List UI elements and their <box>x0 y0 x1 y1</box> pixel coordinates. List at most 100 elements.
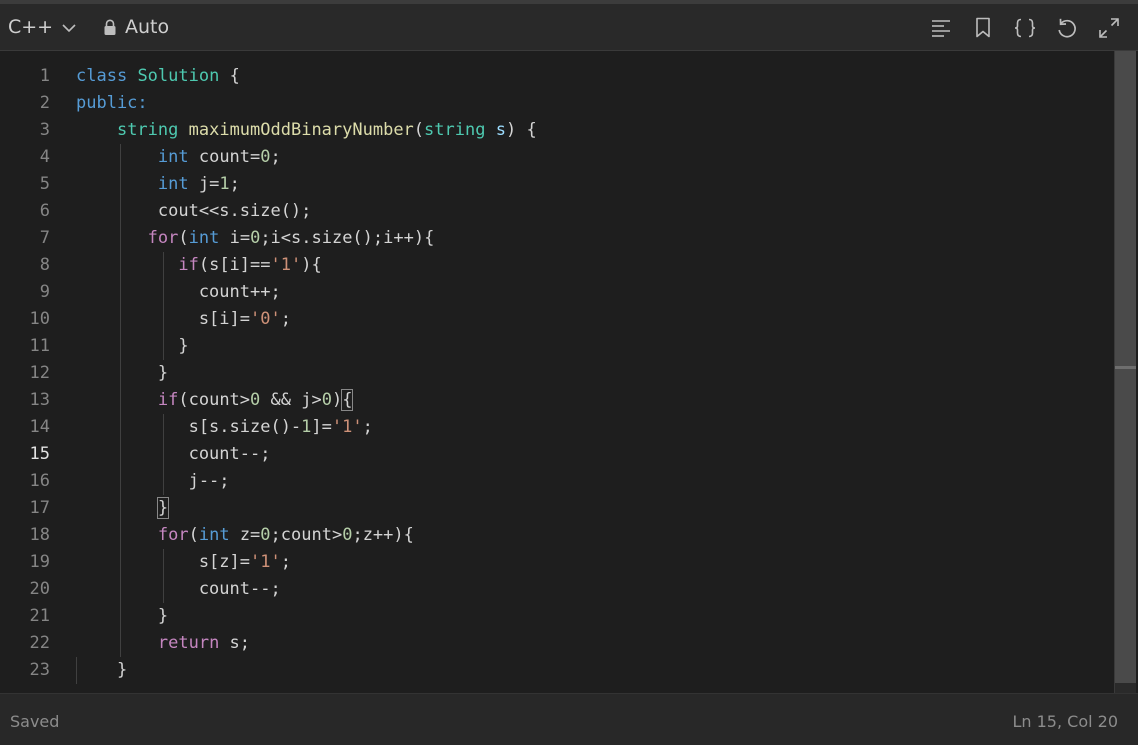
code-line[interactable]: 7 for(int i=0;i<s.size();i++){ <box>0 225 1110 252</box>
code-line[interactable]: 16 j--; <box>0 468 1110 495</box>
line-number: 1 <box>39 66 50 86</box>
reset-button[interactable] <box>1053 14 1080 41</box>
code-token: int <box>198 525 230 545</box>
code-token: (count> <box>178 390 251 410</box>
fullscreen-button[interactable] <box>1095 14 1122 41</box>
code-lines[interactable]: 1 class Solution {2 public: 3 string maximu… <box>0 63 1110 684</box>
code-line[interactable]: 8 if(s[i]=='1'){ <box>0 252 1110 279</box>
bookmark-button[interactable] <box>969 14 996 41</box>
code-line[interactable]: 19 s[z]='1'; <box>0 549 1110 576</box>
matched-bracket: { <box>341 389 354 411</box>
code-line[interactable]: 20 count--; <box>0 576 1110 603</box>
code-token: ; <box>362 417 373 437</box>
code-text: cout<<s.size(); <box>76 198 312 225</box>
line-number: 7 <box>39 228 50 248</box>
code-line[interactable]: 11 } <box>0 333 1110 360</box>
code-token: 1 <box>219 174 230 194</box>
code-token: count= <box>188 147 261 167</box>
code-line[interactable]: 21 } <box>0 603 1110 630</box>
chevron-down-icon <box>62 23 76 32</box>
code-text: int count=0; <box>76 144 281 171</box>
code-token: 0 <box>250 390 261 410</box>
code-token: ( <box>178 228 189 248</box>
code-braces-button[interactable] <box>1011 14 1038 41</box>
line-number: 16 <box>29 471 50 491</box>
code-token: '0' <box>250 309 281 329</box>
format-button[interactable] <box>927 14 954 41</box>
code-line[interactable]: 6 cout<<s.size(); <box>0 198 1110 225</box>
code-token: ; <box>280 309 291 329</box>
code-line[interactable]: 9 count++; <box>0 279 1110 306</box>
code-text: if(count>0 && j>0){ <box>76 387 354 414</box>
code-token: return <box>157 633 220 653</box>
code-line[interactable]: 22 return s; <box>0 630 1110 657</box>
code-line[interactable]: 4 int count=0; <box>0 144 1110 171</box>
code-line[interactable]: 1 class Solution { <box>0 63 1110 90</box>
code-token: int <box>157 174 189 194</box>
line-number: 9 <box>39 282 50 302</box>
code-token: maximumOddBinaryNumber <box>188 120 414 140</box>
code-line[interactable]: 13 if(count>0 && j>0){ <box>0 387 1110 414</box>
scrollbar-cursor-marker <box>1115 366 1136 369</box>
code-token: } <box>76 363 169 383</box>
code-token: i= <box>219 228 251 248</box>
code-token: cout<<s.size(); <box>76 201 312 221</box>
code-line[interactable]: 12 } <box>0 360 1110 387</box>
code-editor[interactable]: 1 class Solution {2 public: 3 string maximu… <box>0 51 1138 693</box>
code-text: } <box>76 333 188 360</box>
code-token: (s[i]== <box>198 255 271 275</box>
editor-toolbar: C++ Auto <box>0 4 1138 51</box>
code-token: ]= <box>311 417 332 437</box>
lock-icon <box>104 19 116 35</box>
code-token: 0 <box>260 525 271 545</box>
toolbar-actions <box>912 14 1122 41</box>
code-token: ; <box>280 552 291 572</box>
code-token: ) <box>331 390 343 410</box>
code-token: s[i]= <box>76 309 250 329</box>
code-token: ){ <box>301 255 322 275</box>
matched-bracket: } <box>156 497 170 519</box>
code-text: class Solution { <box>76 63 240 90</box>
line-number: 13 <box>29 390 50 410</box>
mode-label: Auto <box>125 16 170 38</box>
braces-icon <box>1014 18 1035 37</box>
undo-icon <box>1057 18 1076 38</box>
code-line[interactable]: 10 s[i]='0'; <box>0 306 1110 333</box>
code-token: int <box>157 147 189 167</box>
code-token: j= <box>188 174 220 194</box>
code-line[interactable]: 2 public: <box>0 90 1110 117</box>
code-line[interactable]: 14 s[s.size()-1]='1'; <box>0 414 1110 441</box>
language-selector[interactable]: C++ <box>8 16 76 38</box>
code-text: s[i]='0'; <box>76 306 291 333</box>
code-token: z= <box>229 525 261 545</box>
code-line[interactable]: 18 for(int z=0;count>0;z++){ <box>0 522 1110 549</box>
line-number: 22 <box>29 633 50 653</box>
code-line[interactable]: 3 string maximumOddBinaryNumber(string s… <box>0 117 1110 144</box>
expand-icon <box>1098 17 1119 38</box>
code-line[interactable]: 17 } <box>0 495 1110 522</box>
line-number: 3 <box>39 120 50 140</box>
code-line[interactable]: 23 } <box>0 657 1110 684</box>
code-token: ; <box>270 147 281 167</box>
code-token: s; <box>219 633 251 653</box>
line-number: 14 <box>29 417 50 437</box>
line-number: 21 <box>29 606 50 626</box>
line-number: 19 <box>29 552 50 572</box>
code-token: 0 <box>321 390 332 410</box>
code-line[interactable]: 15 count--; <box>0 441 1110 468</box>
code-token: j--; <box>76 471 230 491</box>
code-token: { <box>219 66 240 86</box>
code-token: ;z++){ <box>352 525 414 545</box>
code-line[interactable]: 5 int j=1; <box>0 171 1110 198</box>
code-text: for(int z=0;count>0;z++){ <box>76 522 414 549</box>
auto-mode-indicator[interactable]: Auto <box>103 16 169 38</box>
code-token: for <box>147 228 179 248</box>
bookmark-icon <box>975 17 990 38</box>
code-text: count--; <box>76 441 271 468</box>
